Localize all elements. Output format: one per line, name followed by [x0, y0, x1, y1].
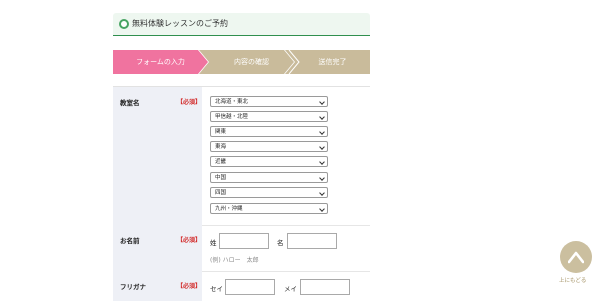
first-name-input[interactable] — [287, 233, 337, 249]
select-value: 東海 — [215, 144, 227, 150]
first-kana-label: メイ — [284, 285, 297, 293]
region-select-hokkaido-tohoku[interactable]: 北海道・東北 — [210, 96, 328, 107]
select-value: 四国 — [215, 190, 227, 196]
first-name-label: 名 — [277, 239, 284, 247]
required-badge: 【必須】 — [177, 283, 202, 290]
back-to-top-button[interactable] — [560, 241, 592, 273]
required-badge: 【必須】 — [177, 237, 202, 244]
chevron-down-icon — [319, 175, 325, 181]
classroom-label-cell: 教室名 【必須】 — [113, 87, 202, 225]
last-kana-input[interactable] — [225, 279, 275, 295]
chevron-down-icon — [319, 190, 325, 196]
select-value: 中国 — [215, 175, 227, 181]
chevron-down-icon — [319, 206, 325, 212]
progress-steps: フォームの入力 内容の確認 送信完了 — [113, 50, 370, 74]
name-row: お名前 【必須】 姓 名 (例) ハロー 太郎 — [113, 225, 370, 272]
select-value: 関東 — [215, 129, 227, 135]
region-select-shikoku[interactable]: 四国 — [210, 187, 328, 198]
reservation-form: 教室名 【必須】 北海道・東北 甲信越・北陸 関東 東海 近畿 中国 四国 九州… — [113, 86, 370, 301]
furigana-row: フリガナ 【必須】 セイ メイ — [113, 271, 370, 301]
select-value: 九州・沖縄 — [215, 206, 243, 212]
furigana-label-cell: フリガナ 【必須】 — [113, 271, 202, 301]
step-confirm: 内容の確認 — [199, 50, 294, 74]
chevron-down-icon — [319, 99, 325, 105]
step-divider-icon — [288, 50, 300, 74]
last-kana-label: セイ — [210, 285, 223, 293]
chevron-down-icon — [319, 129, 325, 135]
chevron-down-icon — [319, 144, 325, 150]
region-select-kyushu-okinawa[interactable]: 九州・沖縄 — [210, 203, 328, 214]
region-select-koshinetsu-hokuriku[interactable]: 甲信越・北陸 — [210, 111, 328, 122]
region-select-chugoku[interactable]: 中国 — [210, 172, 328, 183]
region-select-kinki[interactable]: 近畿 — [210, 156, 328, 167]
form-header: 無料体験レッスンのご予約 — [113, 13, 370, 36]
region-select-tokai[interactable]: 東海 — [210, 141, 328, 152]
required-badge: 【必須】 — [177, 99, 202, 106]
form-title: 無料体験レッスンのご予約 — [132, 19, 228, 28]
name-example-hint: (例) ハロー 太郎 — [210, 257, 259, 264]
last-name-input[interactable] — [219, 233, 269, 249]
classroom-row: 教室名 【必須】 北海道・東北 甲信越・北陸 関東 東海 近畿 中国 四国 九州… — [113, 87, 370, 226]
step-input-label: フォームの入力 — [136, 58, 185, 66]
select-value: 北海道・東北 — [215, 99, 249, 105]
step-complete-label: 送信完了 — [318, 58, 347, 66]
select-value: 甲信越・北陸 — [215, 114, 249, 120]
step-input: フォームの入力 — [113, 50, 208, 74]
name-label: お名前 — [120, 237, 140, 245]
back-to-top-label[interactable]: 上にもどる — [559, 276, 586, 284]
name-label-cell: お名前 【必須】 — [113, 225, 202, 271]
region-select-kanto[interactable]: 関東 — [210, 126, 328, 137]
select-value: 近畿 — [215, 159, 227, 165]
first-kana-input[interactable] — [300, 279, 350, 295]
chevron-down-icon — [319, 114, 325, 120]
chevron-up-icon — [568, 251, 584, 264]
chevron-down-icon — [319, 159, 325, 165]
step-confirm-label: 内容の確認 — [234, 58, 269, 66]
circle-icon — [119, 19, 129, 29]
last-name-label: 姓 — [210, 239, 217, 247]
classroom-label: 教室名 — [120, 99, 140, 107]
